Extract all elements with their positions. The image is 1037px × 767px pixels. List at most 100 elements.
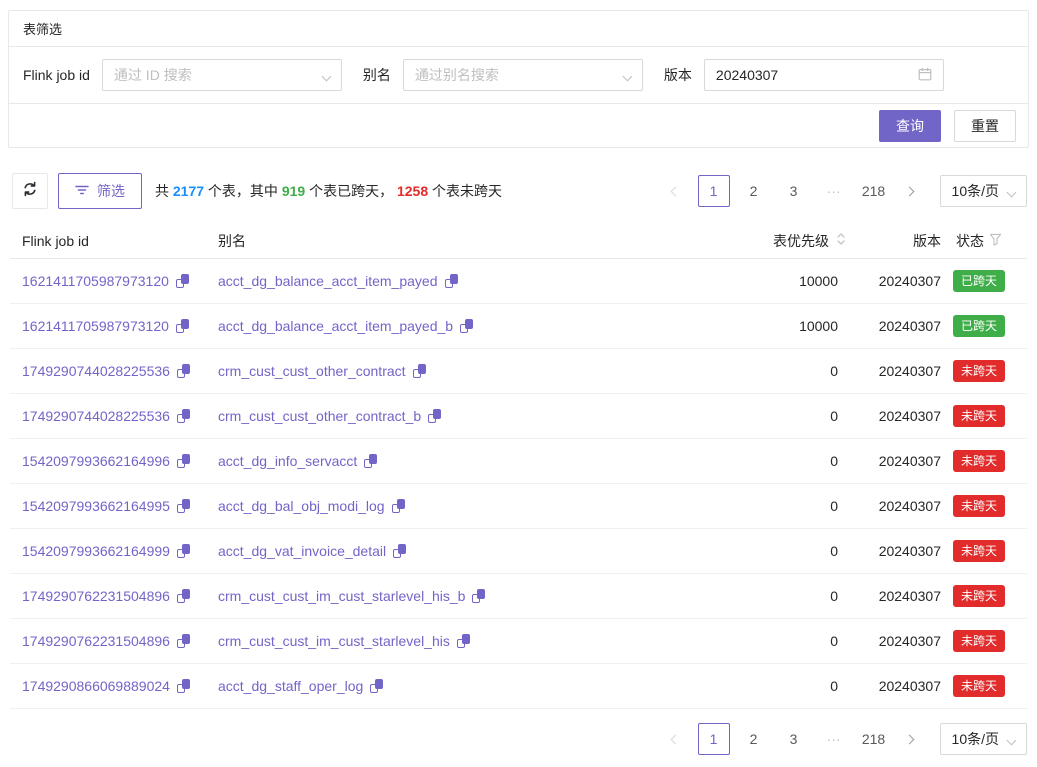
status-badge: 未跨天 (953, 630, 1005, 652)
copy-icon[interactable] (413, 364, 426, 378)
alias-cell: acct_dg_staff_oper_log (218, 678, 716, 694)
table-toolbar: 筛选 共 2177 个表，其中 919 个表已跨天， 1258 个表未跨天 12… (12, 173, 1027, 209)
next-chevron-icon (905, 186, 915, 196)
copy-icon[interactable] (177, 409, 190, 423)
alias-link[interactable]: crm_cust_cust_other_contract (218, 363, 406, 379)
filter-card-actions: 查询 重置 (9, 104, 1028, 147)
copy-icon[interactable] (392, 499, 405, 513)
alias-link[interactable]: acct_dg_balance_acct_item_payed (218, 273, 438, 289)
copy-icon[interactable] (364, 454, 377, 468)
filter-card-title: 表筛选 (9, 11, 1028, 47)
status-badge: 未跨天 (953, 585, 1005, 607)
prev-chevron-icon (671, 734, 681, 744)
header-priority[interactable]: 表优先级 (716, 231, 846, 251)
alias-link[interactable]: acct_dg_balance_acct_item_payed_b (218, 318, 453, 334)
alias-link[interactable]: acct_dg_info_servacct (218, 453, 357, 469)
copy-icon[interactable] (445, 274, 458, 288)
chevron-down-icon (624, 67, 631, 83)
alias-link[interactable]: crm_cust_cust_im_cust_starlevel_his_b (218, 588, 465, 604)
version-value: 20240307 (846, 543, 941, 559)
sorter-icon[interactable] (836, 231, 846, 250)
status-badge: 未跨天 (953, 360, 1005, 382)
copy-icon[interactable] (176, 319, 189, 333)
pager-ellipsis: ··· (818, 723, 850, 755)
copy-icon[interactable] (177, 589, 190, 603)
flink-job-id-link[interactable]: 1749290744028225536 (22, 408, 170, 424)
copy-icon[interactable] (177, 364, 190, 378)
priority-value: 0 (716, 363, 846, 379)
version-value: 20240307 (846, 363, 941, 379)
alias-link[interactable]: acct_dg_vat_invoice_detail (218, 543, 386, 559)
copy-icon[interactable] (176, 274, 189, 288)
copy-icon[interactable] (177, 454, 190, 468)
refresh-button[interactable] (12, 173, 48, 209)
calendar-icon (918, 67, 932, 84)
filter-button[interactable]: 筛选 (58, 173, 142, 209)
next-page-button[interactable] (896, 723, 924, 755)
page-number-3[interactable]: 3 (778, 723, 810, 755)
next-page-button[interactable] (896, 175, 924, 207)
page-number-1[interactable]: 1 (698, 723, 730, 755)
copy-icon[interactable] (428, 409, 441, 423)
alias-select[interactable]: 通过别名搜索 (403, 59, 643, 91)
chevron-down-icon (1008, 183, 1015, 199)
version-value: 20240307 (846, 678, 941, 694)
page-number-1[interactable]: 1 (698, 175, 730, 207)
prev-page-button[interactable] (662, 175, 690, 207)
flink-job-id-link[interactable]: 1749290866069889024 (22, 678, 170, 694)
version-value: 20240307 (846, 588, 941, 604)
summary-segment: 共 (155, 183, 173, 199)
flink-job-id-link[interactable]: 1749290762231504896 (22, 633, 170, 649)
page-number-2[interactable]: 2 (738, 723, 770, 755)
results-table: Flink job id 别名 表优先级 版本 状态 1621411705987… (10, 223, 1027, 709)
table-row: 1621411705987973120 acct_dg_balance_acct_… (10, 304, 1027, 349)
table-row: 1542097993662164996 acct_dg_info_servacct… (10, 439, 1027, 484)
status-cell: 未跨天 (941, 360, 1017, 382)
flink-job-id-link[interactable]: 1749290762231504896 (22, 588, 170, 604)
page-size-select[interactable]: 10条/页 (940, 175, 1027, 207)
flink-job-id-link[interactable]: 1542097993662164995 (22, 498, 170, 514)
header-status[interactable]: 状态 (941, 231, 1017, 251)
page-size-value: 10条/页 (952, 181, 999, 201)
alias-cell: crm_cust_cust_im_cust_starlevel_his (218, 633, 716, 649)
alias-link[interactable]: acct_dg_staff_oper_log (218, 678, 363, 694)
filter-card-fields: Flink job id 通过 ID 搜索 别名 通过别名搜索 版本 20240… (9, 47, 1028, 104)
alias-cell: crm_cust_cust_other_contract_b (218, 408, 716, 424)
copy-icon[interactable] (177, 499, 190, 513)
flink-job-id-select[interactable]: 通过 ID 搜索 (102, 59, 342, 91)
page-number-218[interactable]: 218 (858, 175, 890, 207)
page-number-2[interactable]: 2 (738, 175, 770, 207)
flink-job-id-link[interactable]: 1749290744028225536 (22, 363, 170, 379)
funnel-icon[interactable] (989, 233, 1002, 249)
copy-icon[interactable] (472, 589, 485, 603)
copy-icon[interactable] (177, 544, 190, 558)
copy-icon[interactable] (393, 544, 406, 558)
page-number-218[interactable]: 218 (858, 723, 890, 755)
flink-job-id-link[interactable]: 1621411705987973120 (22, 273, 169, 289)
prev-page-button[interactable] (662, 723, 690, 755)
alias-link[interactable]: acct_dg_bal_obj_modi_log (218, 498, 385, 514)
flink-job-id-link[interactable]: 1621411705987973120 (22, 318, 169, 334)
flink-job-id-cell: 1542097993662164995 (22, 498, 218, 514)
page-size-select[interactable]: 10条/页 (940, 723, 1027, 755)
flink-job-id-link[interactable]: 1542097993662164999 (22, 543, 170, 559)
chevron-down-icon (323, 67, 330, 83)
field-version: 版本 20240307 (664, 59, 944, 91)
copy-icon[interactable] (460, 319, 473, 333)
table-row: 1749290762231504896 crm_cust_cust_im_cust… (10, 574, 1027, 619)
page-number-3[interactable]: 3 (778, 175, 810, 207)
copy-icon[interactable] (370, 679, 383, 693)
flink-job-id-link[interactable]: 1542097993662164996 (22, 453, 170, 469)
bottom-pager-wrap: 123···218 10条/页 (10, 723, 1027, 755)
priority-value: 0 (716, 588, 846, 604)
alias-placeholder: 通过别名搜索 (415, 65, 499, 85)
reset-button[interactable]: 重置 (954, 110, 1016, 142)
copy-icon[interactable] (177, 679, 190, 693)
alias-link[interactable]: crm_cust_cust_other_contract_b (218, 408, 421, 424)
status-badge: 未跨天 (953, 675, 1005, 697)
copy-icon[interactable] (457, 634, 470, 648)
alias-link[interactable]: crm_cust_cust_im_cust_starlevel_his (218, 633, 450, 649)
copy-icon[interactable] (177, 634, 190, 648)
version-date-input[interactable]: 20240307 (704, 59, 944, 91)
query-button[interactable]: 查询 (879, 110, 941, 142)
